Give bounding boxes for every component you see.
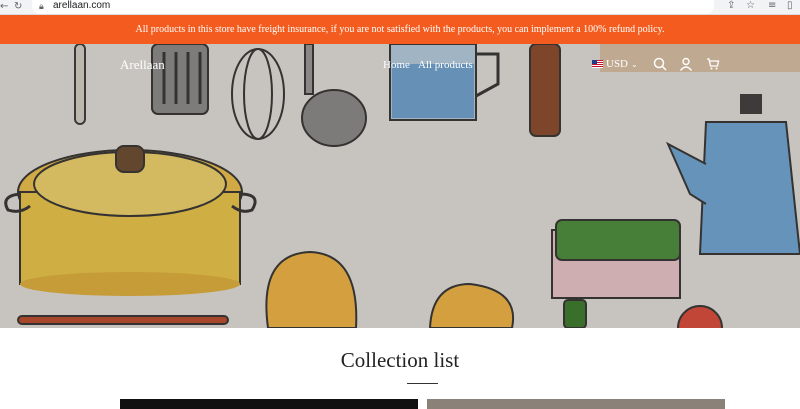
url-text: arellaan.com bbox=[53, 0, 111, 11]
currency-label: USD bbox=[606, 58, 629, 70]
lock-icon[interactable]: 🔒︎ bbox=[39, 1, 44, 13]
search-icon[interactable] bbox=[653, 57, 667, 71]
star-icon[interactable]: ☆ bbox=[746, 0, 755, 12]
collection-title: Collection list bbox=[340, 348, 460, 372]
back-arrow-icon[interactable]: ← bbox=[0, 1, 8, 13]
sidebar-icon[interactable]: ▯ bbox=[787, 0, 793, 12]
currency-selector[interactable]: USD ⌄ bbox=[592, 58, 638, 70]
browser-toolbar: ← ↻ 🔒︎ arellaan.com ⇪ ☆ ≡ ▯ bbox=[0, 0, 800, 15]
announcement-bar: All products in this store have freight … bbox=[0, 15, 800, 44]
nav-all-products[interactable]: All products bbox=[418, 59, 473, 71]
us-flag-icon bbox=[592, 60, 603, 68]
share-icon[interactable]: ⇪ bbox=[727, 0, 735, 12]
reading-list-icon[interactable]: ≡ bbox=[768, 0, 776, 12]
title-divider bbox=[407, 383, 438, 384]
nav-home[interactable]: Home bbox=[383, 59, 410, 71]
account-icon[interactable] bbox=[679, 57, 693, 71]
hero-overlay bbox=[0, 44, 800, 328]
address-bar[interactable]: 🔒︎ arellaan.com bbox=[32, 0, 714, 14]
announcement-text: All products in this store have freight … bbox=[135, 24, 665, 35]
cart-icon[interactable] bbox=[706, 57, 720, 71]
chevron-down-icon: ⌄ bbox=[631, 59, 638, 69]
reload-icon[interactable]: ↻ bbox=[14, 1, 22, 13]
collection-card[interactable] bbox=[427, 399, 725, 409]
collection-card[interactable] bbox=[120, 399, 418, 409]
store-logo[interactable]: Arellaan bbox=[120, 57, 165, 73]
hero-banner[interactable] bbox=[0, 44, 800, 328]
